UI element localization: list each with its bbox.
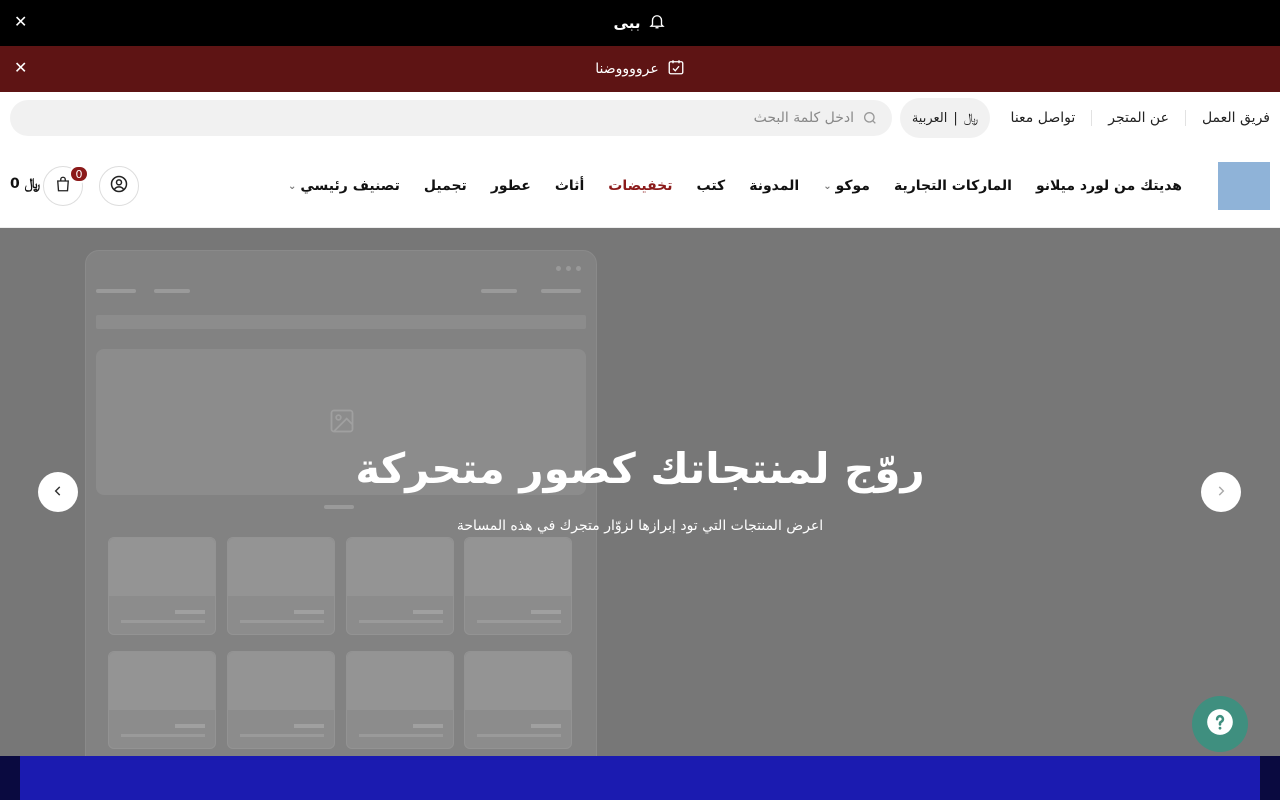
language-currency-selector[interactable]: العربية | ﷼ — [900, 98, 990, 138]
main-nav: هديتك من لورد ميلانو الماركات التجارية م… — [288, 144, 1182, 228]
nav-item-furniture[interactable]: أثاث — [555, 178, 584, 194]
main-header: هديتك من لورد ميلانو الماركات التجارية م… — [0, 144, 1280, 228]
announcement-text: ببى — [613, 14, 641, 32]
nav-item-blog[interactable]: المدونة — [749, 178, 799, 194]
nav-item-gift[interactable]: هديتك من لورد ميلانو — [1036, 178, 1182, 194]
search-bar[interactable] — [10, 100, 892, 136]
nav-item-books[interactable]: كتب — [697, 178, 726, 194]
promo-bar: ✕ عرووووضنا — [0, 46, 1280, 92]
nav-item-perfumes[interactable]: عطور — [491, 178, 531, 194]
link-team[interactable]: فريق العمل — [1184, 110, 1270, 126]
search-input[interactable] — [34, 110, 854, 126]
chevron-left-icon — [51, 483, 65, 502]
question-icon — [1206, 708, 1234, 740]
hero-title: روّج لمنتجاتك كصور متحركة — [355, 444, 925, 493]
announcement-bar: ✕ ببى — [0, 0, 1280, 46]
next-section-banner — [0, 756, 1280, 800]
currency-symbol: ﷼ — [963, 110, 979, 126]
nav-item-sale[interactable]: تخفيضات — [608, 178, 672, 194]
nav-item-main-category[interactable]: تصنيف رئيسي ⌄ — [288, 178, 400, 194]
cart-count-badge: 0 — [69, 165, 89, 183]
search-icon[interactable] — [862, 110, 878, 126]
store-logo[interactable] — [1218, 162, 1270, 210]
link-contact[interactable]: تواصل معنا — [995, 110, 1092, 126]
promo-message[interactable]: عرووووضنا — [595, 58, 685, 80]
hero-subtitle: اعرض المنتجات التي تود إبرازها لزوّار مت… — [456, 518, 824, 534]
chevron-down-icon: ⌄ — [823, 180, 832, 192]
hero-slider: روّج لمنتجاتك كصور متحركة اعرض المنتجات … — [0, 228, 1280, 756]
chevron-down-icon: ⌄ — [287, 180, 297, 192]
calendar-check-icon — [667, 58, 685, 80]
slider-prev-button[interactable] — [38, 472, 78, 512]
slider-next-button[interactable] — [1201, 472, 1241, 512]
promo-text: عرووووضنا — [595, 61, 659, 77]
link-about-store[interactable]: عن المتجر — [1091, 110, 1185, 126]
close-announcement-icon[interactable]: ✕ — [14, 12, 27, 31]
help-button[interactable] — [1192, 696, 1248, 752]
bell-icon — [648, 12, 666, 34]
nav-item-beauty[interactable]: تجميل — [424, 178, 467, 194]
chevron-right-icon — [1214, 483, 1228, 502]
user-icon — [109, 174, 129, 198]
hero-mockup-image — [85, 250, 597, 756]
account-button[interactable] — [99, 166, 139, 206]
nav-item-moko[interactable]: موكو ⌄ — [823, 178, 870, 194]
close-promo-icon[interactable]: ✕ — [14, 58, 27, 77]
cart-total: 0 ﷼ — [10, 176, 41, 192]
nav-item-brands[interactable]: الماركات التجارية — [894, 178, 1012, 194]
announcement-message: ببى — [614, 12, 667, 34]
language-label: العربية — [911, 110, 948, 126]
utility-links: فريق العمل عن المتجر تواصل معنا — [995, 92, 1270, 144]
